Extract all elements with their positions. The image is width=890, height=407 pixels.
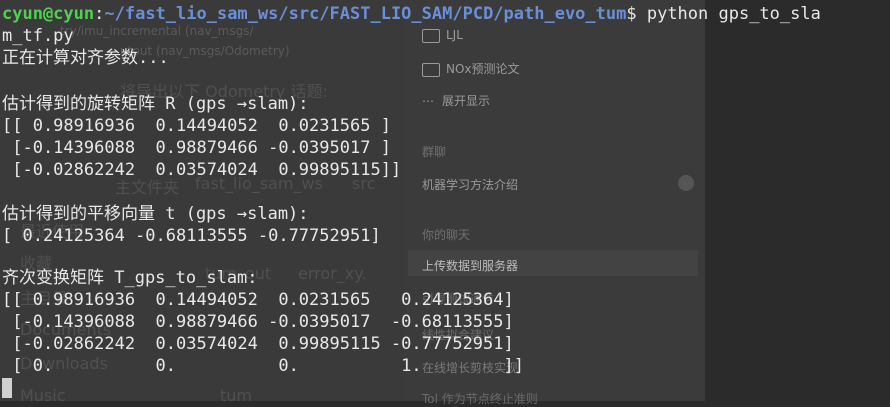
output-line: [-0.14396088 0.98879466 -0.0395017 -0.68… bbox=[2, 312, 514, 332]
terminal-window[interactable]: cyun@cyun:~/fast_lio_sam_ws/src/FAST_LIO… bbox=[0, 0, 890, 401]
command-text: python gps_to_sla bbox=[646, 4, 821, 24]
output-line: 估计得到的旋转矩阵 R (gps →slam): bbox=[2, 94, 309, 114]
prompt-line: cyun@cyun:~/fast_lio_sam_ws/src/FAST_LIO… bbox=[2, 4, 821, 24]
output-line: [-0.02862242 0.03574024 0.99895115]] bbox=[2, 160, 402, 180]
prompt-user: cyun@cyun bbox=[2, 4, 95, 24]
output-line: [-0.14396088 0.98879466 -0.0395017 ] bbox=[2, 138, 391, 158]
output-line: 估计得到的平移向量 t (gps →slam): bbox=[2, 204, 309, 224]
output-line: [-0.02862242 0.03574024 0.99895115 -0.77… bbox=[2, 334, 514, 354]
output-line: [ 0.24125364 -0.68113555 -0.77752951] bbox=[2, 226, 381, 246]
command-wrap: m_tf.py bbox=[2, 26, 74, 46]
prompt-path: ~/fast_lio_sam_ws/src/FAST_LIO_SAM/PCD/p… bbox=[104, 4, 627, 24]
output-line: 正在计算对齐参数... bbox=[2, 48, 169, 68]
output-line: 齐次变换矩阵 T_gps_to_slam: bbox=[2, 268, 258, 288]
output-line: [ 0. 0. 0. 1. ]] bbox=[2, 356, 524, 376]
output-line: [[ 0.98916936 0.14494052 0.0231565 0.241… bbox=[2, 290, 514, 310]
output-line: [[ 0.98916936 0.14494052 0.0231565 ] bbox=[2, 116, 391, 136]
terminal-cursor bbox=[2, 378, 12, 398]
